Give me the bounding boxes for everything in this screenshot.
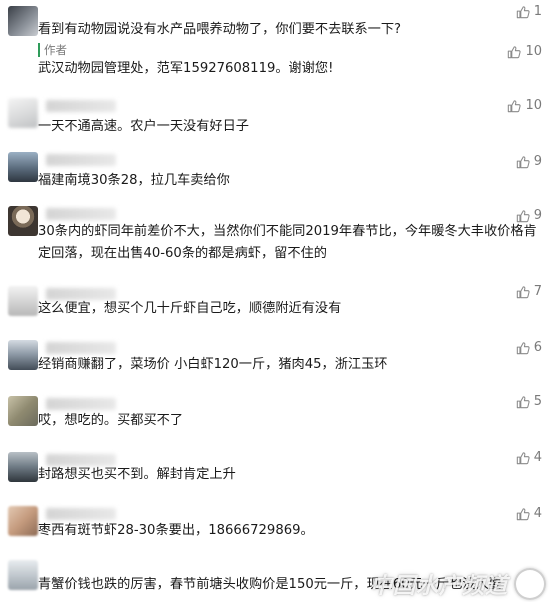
thumbs-up-icon xyxy=(516,395,530,408)
comment-item: 哎，想吃的。买都买不了 5 xyxy=(0,392,556,442)
thumbs-up-icon xyxy=(516,341,530,354)
like-count: 7 xyxy=(533,284,542,299)
thumbs-up-icon xyxy=(516,507,530,520)
comment-item: 一天不通高速。农户一天没有好日子 10 xyxy=(0,90,556,140)
comment-item: 看到有动物园说没有水产品喂养动物了，你们要不去联系一下? 1 xyxy=(0,0,556,40)
avatar xyxy=(8,340,38,370)
watermark-text: 中国水产频道 xyxy=(369,573,508,599)
author-reply: 作者 武汉动物园管理处，范军15927608119。谢谢您! 10 xyxy=(0,40,556,90)
comment-item: 封路想买也买不到。解封肯定上升 4 xyxy=(0,448,556,496)
comment-text: 30条内的虾同年前差价不大，当然你们不能同2019年春节比，今年暖冬大丰收价格肯… xyxy=(38,224,537,261)
comment-text: 经销商赚翻了，菜场价 小白虾120一斤，猪肉45，浙江玉环 xyxy=(38,357,388,372)
like-count: 5 xyxy=(533,394,542,409)
avatar xyxy=(8,98,38,128)
like-button[interactable]: 6 xyxy=(516,340,542,355)
like-button[interactable]: 10 xyxy=(507,44,542,59)
nickname-blurred xyxy=(46,154,116,166)
like-count: 4 xyxy=(533,506,542,521)
nickname-blurred xyxy=(46,342,116,354)
comment-text: 看到有动物园说没有水产品喂养动物了，你们要不去联系一下? xyxy=(38,22,402,37)
avatar xyxy=(8,560,38,590)
comment-item: 枣西有斑节虾28-30条要出，18666729869。 4 xyxy=(0,504,556,554)
comment-text: 封路想买也买不到。解封肯定上升 xyxy=(38,467,236,482)
like-button[interactable]: 4 xyxy=(516,450,542,465)
comment-item: 经销商赚翻了，菜场价 小白虾120一斤，猪肉45，浙江玉环 6 xyxy=(0,336,556,384)
like-button[interactable]: 1 xyxy=(516,4,542,19)
avatar xyxy=(8,452,38,482)
author-label: 作者 xyxy=(44,43,67,57)
like-count: 10 xyxy=(525,44,542,59)
thumbs-up-icon xyxy=(508,45,522,58)
reply-indicator xyxy=(38,43,40,57)
thumbs-up-icon xyxy=(516,209,530,222)
watermark: 中国水产频道 xyxy=(370,568,546,600)
avatar xyxy=(8,396,38,426)
like-count: 4 xyxy=(533,450,542,465)
thumbs-up-icon xyxy=(516,285,530,298)
like-count: 10 xyxy=(525,98,542,113)
thumbs-up-icon xyxy=(516,451,530,464)
thumbs-up-icon xyxy=(516,155,530,168)
like-count: 1 xyxy=(533,4,542,19)
comment-text: 枣西有斑节虾28-30条要出，18666729869。 xyxy=(38,523,314,538)
thumbs-up-icon xyxy=(516,5,530,18)
like-button[interactable]: 5 xyxy=(516,394,542,409)
comment-text: 一天不通高速。农户一天没有好日子 xyxy=(38,119,249,134)
like-button[interactable]: 4 xyxy=(516,506,542,521)
nickname-blurred xyxy=(46,208,116,220)
avatar xyxy=(8,286,38,316)
like-button[interactable]: 10 xyxy=(507,98,542,113)
like-button[interactable]: 9 xyxy=(516,208,542,223)
comment-item: 30条内的虾同年前差价不大，当然你们不能同2019年春节比，今年暖冬大丰收价格肯… xyxy=(0,202,556,276)
nickname-blurred xyxy=(46,398,116,410)
nickname-blurred xyxy=(46,508,116,520)
comment-text: 武汉动物园管理处，范军15927608119。谢谢您! xyxy=(38,61,334,76)
like-count: 9 xyxy=(533,154,542,169)
comment-text: 这么便宜，想买个几十斤虾自己吃，顺德附近有没有 xyxy=(38,301,342,316)
watermark-logo xyxy=(514,568,546,600)
like-button[interactable]: 7 xyxy=(516,284,542,299)
avatar xyxy=(8,152,38,182)
avatar xyxy=(8,506,38,536)
thumbs-up-icon xyxy=(508,99,522,112)
avatar xyxy=(8,6,38,36)
like-button[interactable]: 9 xyxy=(516,154,542,169)
comment-text: 哎，想吃的。买都买不了 xyxy=(38,413,184,428)
nickname-blurred xyxy=(46,100,116,112)
like-count: 6 xyxy=(533,340,542,355)
comment-item: 这么便宜，想买个几十斤虾自己吃，顺德附近有没有 7 xyxy=(0,280,556,328)
comment-item: 福建南境30条28，拉几车卖给你 9 xyxy=(0,146,556,198)
comment-text: 福建南境30条28，拉几车卖给你 xyxy=(38,173,230,188)
avatar xyxy=(8,206,38,236)
like-count: 9 xyxy=(533,208,542,223)
